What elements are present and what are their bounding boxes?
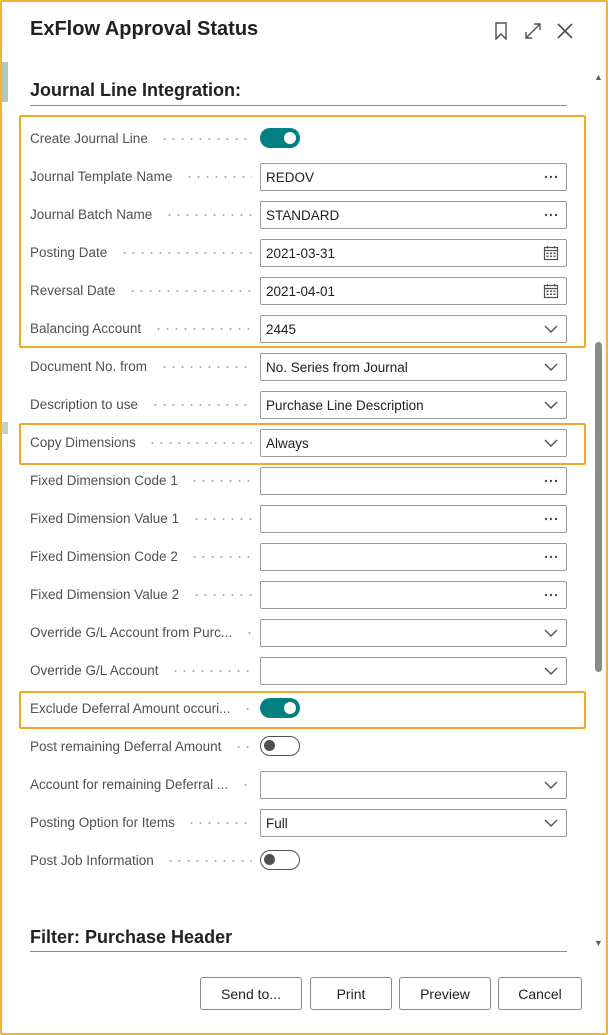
preview-button[interactable]: Preview	[399, 977, 491, 1010]
chevron-down-icon[interactable]	[542, 357, 560, 377]
field-row-description-to-use: Description to use Purchase Line Descript…	[30, 391, 567, 419]
label-leader	[192, 594, 252, 596]
cancel-button[interactable]: Cancel	[498, 977, 582, 1010]
scrollbar[interactable]: ▲ ▼	[592, 66, 604, 956]
field-row-fixed-dimension-code-2: Fixed Dimension Code 2	[30, 543, 567, 571]
label-leader	[245, 632, 252, 634]
chevron-down-icon[interactable]	[542, 661, 560, 681]
chevron-down-icon[interactable]	[542, 395, 560, 415]
toggle-knob	[264, 854, 275, 865]
field-row-document-no-from: Document No. from No. Series from Journal	[30, 353, 567, 381]
label-leader	[234, 746, 252, 748]
toggle-switch[interactable]	[260, 736, 300, 756]
field-label: Override G/L Account from Purc...	[30, 625, 233, 640]
field-row-account-for-remaining-deferral: Account for remaining Deferral ...	[30, 771, 567, 799]
print-button[interactable]: Print	[310, 977, 392, 1010]
chevron-down-icon[interactable]	[542, 623, 560, 643]
label-leader	[187, 822, 252, 824]
field-row-fixed-dimension-value-2: Fixed Dimension Value 2	[30, 581, 567, 609]
label-leader	[241, 784, 252, 786]
field-value: Full	[266, 816, 288, 831]
field-row-posting-option-for-items: Posting Option for Items Full	[30, 809, 567, 837]
chevron-down-icon[interactable]	[542, 775, 560, 795]
dropdown-select[interactable]	[260, 771, 567, 799]
dropdown-select[interactable]	[260, 657, 567, 685]
lookup-input[interactable]	[260, 467, 567, 495]
chevron-down-icon[interactable]	[542, 813, 560, 833]
ellipsis-icon[interactable]	[542, 585, 560, 605]
dialog-footer: Send to... Print Preview Cancel	[2, 962, 606, 1033]
field-row-post-job-information: Post Job Information	[30, 847, 567, 875]
ellipsis-icon[interactable]	[542, 547, 560, 567]
field-label: Post remaining Deferral Amount	[30, 739, 222, 754]
dropdown-select[interactable]: Full	[260, 809, 567, 837]
ellipsis-icon[interactable]	[542, 471, 560, 491]
section-divider	[30, 951, 567, 952]
field-value: Purchase Line Description	[266, 398, 424, 413]
field-row-fixed-dimension-code-1: Fixed Dimension Code 1	[30, 467, 567, 495]
label-leader	[160, 366, 252, 368]
window-title: ExFlow Approval Status	[30, 18, 259, 40]
scroll-thumb[interactable]	[595, 342, 602, 672]
label-leader	[190, 480, 252, 482]
field-value: No. Series from Journal	[266, 360, 408, 375]
scroll-up-icon[interactable]: ▲	[594, 72, 603, 82]
section-divider	[30, 105, 567, 106]
lookup-input[interactable]	[260, 581, 567, 609]
dropdown-select[interactable]: No. Series from Journal	[260, 353, 567, 381]
dropdown-select[interactable]: Purchase Line Description	[260, 391, 567, 419]
highlight-box-copy-dimensions	[19, 423, 586, 465]
label-leader	[192, 518, 252, 520]
bookmark-icon[interactable]	[490, 20, 512, 42]
label-leader	[151, 404, 252, 406]
toggle-knob	[264, 740, 275, 751]
label-leader	[166, 860, 252, 862]
dialog-window: ExFlow Approval Status Journal Line Inte…	[0, 0, 608, 1035]
expand-icon[interactable]	[522, 20, 544, 42]
section-title-journal[interactable]: Journal Line Integration:	[30, 80, 241, 101]
send-to-button[interactable]: Send to...	[200, 977, 302, 1010]
scroll-down-icon[interactable]: ▼	[594, 938, 603, 948]
field-row-post-remaining-deferral-amount: Post remaining Deferral Amount	[30, 733, 567, 761]
dropdown-select[interactable]	[260, 619, 567, 647]
label-leader	[190, 556, 252, 558]
label-leader	[171, 670, 252, 672]
ellipsis-icon[interactable]	[542, 509, 560, 529]
field-label: Account for remaining Deferral ...	[30, 777, 229, 792]
toggle-switch[interactable]	[260, 850, 300, 870]
field-row-override-g-l-account: Override G/L Account	[30, 657, 567, 685]
highlight-box-journal	[19, 115, 586, 348]
field-row-fixed-dimension-value-1: Fixed Dimension Value 1	[30, 505, 567, 533]
lookup-input[interactable]	[260, 543, 567, 571]
field-row-override-g-l-account-from-purc: Override G/L Account from Purc...	[30, 619, 567, 647]
lookup-input[interactable]	[260, 505, 567, 533]
highlight-box-exclude-deferral	[19, 691, 586, 729]
section-title-filter[interactable]: Filter: Purchase Header	[30, 927, 232, 948]
background-strip	[2, 62, 8, 1033]
close-icon[interactable]	[554, 20, 576, 42]
